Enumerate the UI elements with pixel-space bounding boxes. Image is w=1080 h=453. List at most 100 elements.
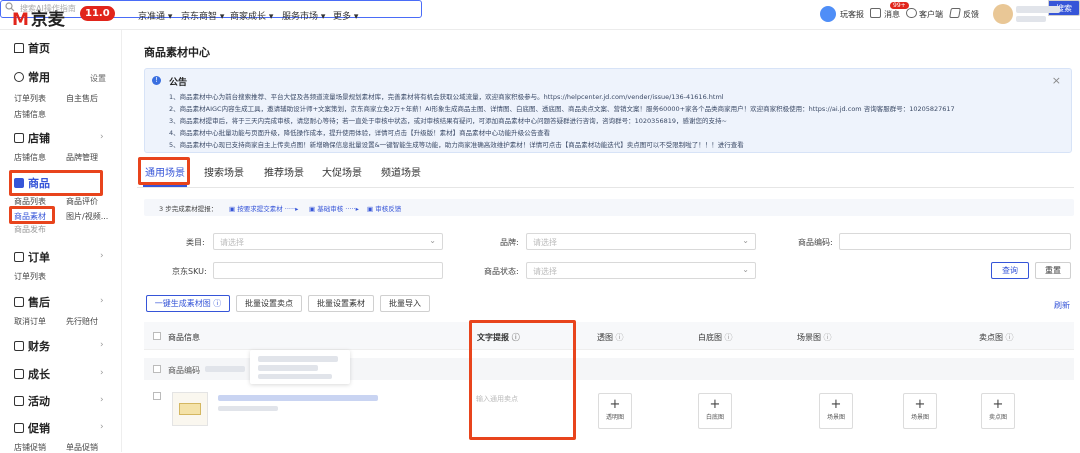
chevron-right-icon: › [100, 422, 104, 432]
brand-label: 品牌: [500, 238, 519, 247]
select-all-checkbox[interactable] [153, 332, 161, 340]
tab-channel[interactable]: 频道场景 [381, 164, 421, 179]
reset-button[interactable]: 重置 [1035, 262, 1071, 279]
sidebar-item-brand-mgmt[interactable]: 品牌管理 [66, 152, 98, 163]
batch-import-button[interactable]: 批量导入 [380, 295, 430, 312]
sidebar-item-self-aftersale[interactable]: 自主售后 [66, 93, 98, 104]
tab-divider [137, 187, 1074, 188]
sidebar-shop[interactable]: 店铺 [14, 130, 50, 146]
step-review: ▣ 基础审核 ·····▸ [309, 205, 359, 213]
product-code-label: 商品编码: [798, 238, 833, 247]
batch-set-points-button[interactable]: 批量设置卖点 [236, 295, 302, 312]
sidebar-item-shop-info-2[interactable]: 店铺信息 [14, 152, 46, 163]
notice-line: 5、商品素材中心现已支持商家自主上传卖点图！新增确保信息批量设置&一键智能生成等… [169, 141, 744, 149]
category-select[interactable]: 请选择 ⌄ [213, 233, 443, 250]
batch-set-material-button[interactable]: 批量设置素材 [308, 295, 374, 312]
status-select[interactable]: 请选择 ⌄ [526, 262, 756, 279]
sidebar-item-item-promo[interactable]: 单品促销 [66, 442, 98, 453]
notice-line: 4、商品素材中心批量功能与页面升级，降低操作成本，提升使用体验，详情可点击【升级… [169, 129, 551, 137]
chevron-down-icon: ⌄ [429, 236, 436, 245]
sidebar-item-advance-pay[interactable]: 先行赔付 [66, 316, 98, 327]
active-tab-indicator [143, 185, 187, 187]
col-transparent: 透图 ⓘ [597, 333, 624, 342]
sidebar-item-goods-publish[interactable]: 商品发布 [14, 224, 46, 235]
add-white-bg-button[interactable]: + 白底图 [698, 393, 732, 429]
sidebar-item-shop-info[interactable]: 店铺信息 [14, 109, 46, 120]
help-icon: ⓘ [1005, 333, 1014, 342]
notice-panel: ! 公告 × 1、商品素材中心为前台搜索推荐、平台大促及各频道流量场景规划素材库… [144, 68, 1072, 153]
feedback-icon [949, 8, 961, 18]
plus-icon: + [709, 397, 721, 412]
product-title-blurred[interactable] [218, 395, 378, 401]
steps-prefix: 3 步完成素材提报： [159, 205, 218, 213]
nav-jingzhuntong[interactable]: 京准通 ▾ [138, 9, 172, 22]
sidebar-item-media[interactable]: 图片/视频... [66, 211, 108, 222]
tab-recommend[interactable]: 推荐场景 [264, 164, 304, 179]
nav-service-market[interactable]: 服务市场 ▾ [282, 9, 325, 22]
sidebar-promo[interactable]: 促销 [14, 420, 50, 436]
search-icon [5, 2, 15, 12]
sidebar-home[interactable]: 首页 [14, 40, 50, 56]
tab-search[interactable]: 搜索场景 [204, 164, 244, 179]
sidebar-aftersale[interactable]: 售后 [14, 294, 50, 310]
query-button[interactable]: 查询 [991, 262, 1029, 279]
customer-service-link[interactable]: 客户端 [919, 9, 943, 20]
common-settings-link[interactable]: 设置 [90, 73, 106, 84]
row-checkbox[interactable] [153, 365, 161, 373]
chevron-right-icon: › [100, 340, 104, 350]
nav-more[interactable]: 更多 ▾ [333, 9, 358, 22]
aftersale-icon [14, 297, 24, 307]
notice-title: 公告 [169, 78, 188, 88]
star-icon [14, 72, 24, 82]
add-selling-point-button[interactable]: + 卖点图 [981, 393, 1015, 429]
sidebar-item-order-list-2[interactable]: 订单列表 [14, 271, 46, 282]
sidebar-item-goods-review[interactable]: 商品评价 [66, 196, 98, 207]
sidebar-item-order-list[interactable]: 订单列表 [14, 93, 46, 104]
category-label: 类目: [186, 238, 205, 247]
product-sku-blurred [218, 406, 278, 411]
search-input[interactable]: 搜索AI操作指南 [20, 3, 76, 14]
wankebao-link[interactable]: 玩客报 [840, 9, 864, 20]
sku-input[interactable] [213, 262, 443, 279]
promo-icon [14, 423, 24, 433]
sidebar-events[interactable]: 活动 [14, 393, 50, 409]
chevron-right-icon: › [100, 395, 104, 405]
add-scene-button-2[interactable]: + 场景图 [903, 393, 937, 429]
user-name-blurred [1016, 6, 1060, 13]
messages-link[interactable]: 消息 [884, 9, 900, 20]
sidebar: 首页 常用 设置 订单列表 自主售后 店铺信息 店铺 › 店铺信息 品牌管理 商… [0, 30, 122, 452]
product-code-input[interactable] [839, 233, 1071, 250]
highlight-goods-material [9, 206, 55, 224]
sidebar-finance[interactable]: 财务 [14, 338, 50, 354]
brand-select[interactable]: 请选择 ⌄ [526, 233, 756, 250]
tab-promotion[interactable]: 大促场景 [322, 164, 362, 179]
refresh-link[interactable]: 刷新 [1054, 300, 1070, 311]
status-label: 商品状态: [484, 267, 519, 276]
help-icon: ⓘ [615, 333, 624, 342]
sidebar-orders[interactable]: 订单 [14, 249, 50, 265]
user-shop-blurred [1016, 16, 1046, 22]
order-icon [14, 252, 24, 262]
add-transparent-button[interactable]: + 透明图 [598, 393, 632, 429]
sku-label: 京东SKU: [172, 267, 207, 276]
add-scene-button[interactable]: + 场景图 [819, 393, 853, 429]
nav-shangzhi[interactable]: 京东商智 ▾ [181, 9, 224, 22]
generate-material-button[interactable]: 一键生成素材图 ⓘ [146, 295, 230, 312]
close-icon[interactable]: × [1052, 74, 1061, 87]
sidebar-item-shop-promo[interactable]: 店铺促销 [14, 442, 46, 453]
chevron-right-icon: › [100, 132, 104, 142]
col-selling-point: 卖点图 ⓘ [979, 333, 1014, 342]
product-code-caption: 商品编码 [168, 366, 200, 375]
steps-bar: 3 步完成素材提报： ▣ 按要求提交素材 ·····▸ ▣ 基础审核 ·····… [144, 199, 1074, 216]
sidebar-growth[interactable]: 成长 [14, 366, 50, 382]
sidebar-item-cancel-order[interactable]: 取消订单 [14, 316, 46, 327]
nav-growth[interactable]: 商家成长 ▾ [230, 9, 273, 22]
feedback-link[interactable]: 反馈 [963, 9, 979, 20]
sidebar-common[interactable]: 常用 [14, 69, 50, 85]
message-icon [870, 8, 881, 18]
row-checkbox[interactable] [153, 392, 161, 400]
chevron-right-icon: › [100, 296, 104, 306]
bot-avatar-icon[interactable] [820, 6, 836, 22]
user-avatar[interactable] [993, 4, 1013, 24]
plus-icon: + [609, 397, 621, 412]
